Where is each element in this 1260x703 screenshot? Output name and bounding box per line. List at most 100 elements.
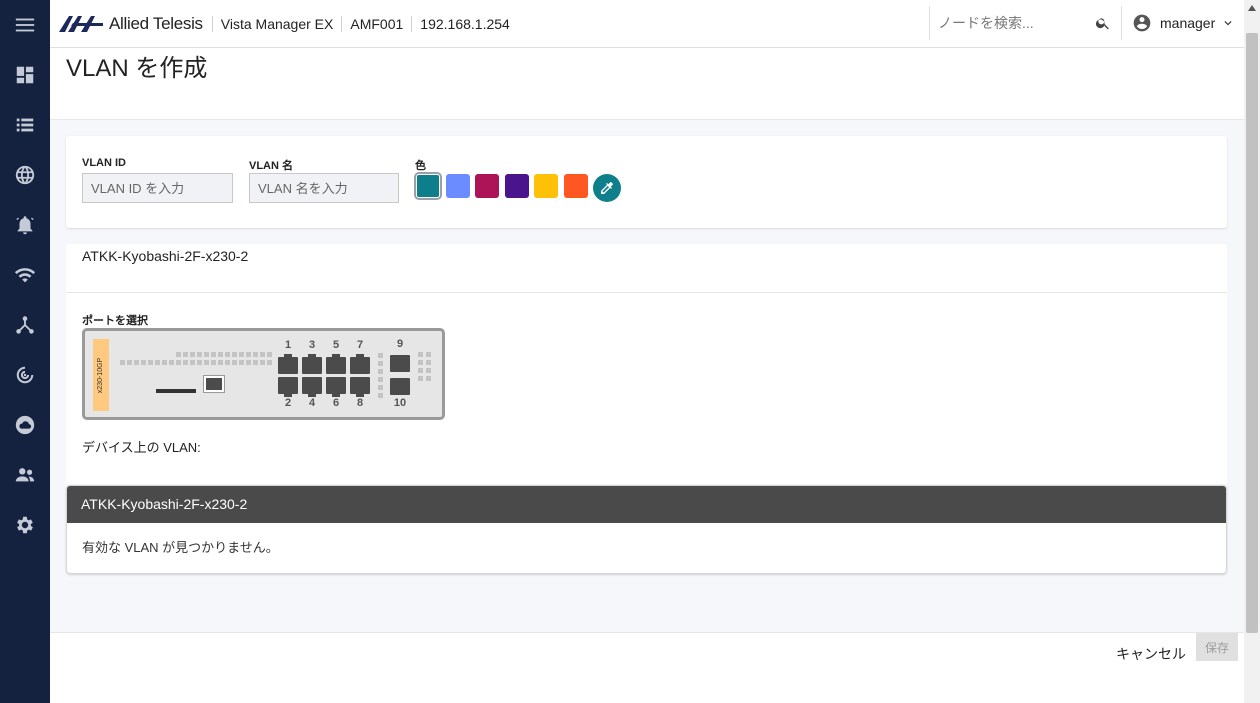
account-circle-icon	[1133, 14, 1151, 32]
users-icon	[15, 468, 35, 482]
alarm-bell-icon	[16, 216, 34, 235]
port-led	[260, 360, 265, 365]
port-number-label: 1	[284, 339, 292, 351]
port-led	[418, 376, 423, 381]
network-name: AMF001	[341, 15, 411, 32]
custom-color-button[interactable]	[593, 174, 621, 202]
color-swatch[interactable]	[534, 174, 559, 198]
scroll-up-button[interactable]	[1244, 0, 1260, 16]
port-number-label: 5	[332, 339, 340, 351]
model-label-strip: x230-10GP	[93, 339, 109, 411]
color-swatch[interactable]	[445, 174, 470, 198]
node-search	[929, 6, 1121, 40]
port-led	[418, 368, 423, 373]
switch-port-5[interactable]	[326, 354, 346, 374]
switch-port-3[interactable]	[302, 354, 322, 374]
select-port-label: ポートを選択	[82, 315, 148, 327]
port-led	[127, 360, 132, 365]
node-search-input[interactable]	[938, 15, 1098, 31]
sidebar-item-radar[interactable]	[0, 350, 50, 400]
scrollbar-thumb[interactable]	[1246, 33, 1258, 633]
port-led	[169, 360, 174, 365]
switch-port-1[interactable]	[278, 354, 298, 374]
port-number-label: 4	[308, 397, 316, 409]
sidebar-item-settings[interactable]	[0, 500, 50, 550]
color-swatch[interactable]	[564, 174, 588, 198]
color-label: 色	[415, 160, 426, 172]
device-vlan-panel: ATKK-Kyobashi-2F-x230-2 有効な VLAN が見つかりませ…	[66, 485, 1227, 574]
sidebar-item-network[interactable]	[0, 150, 50, 200]
color-swatch[interactable]	[475, 174, 500, 198]
chevron-down-icon	[1224, 21, 1232, 26]
cancel-button[interactable]: キャンセル	[1110, 641, 1192, 667]
port-number-label: 3	[308, 339, 316, 351]
page-title: VLAN を作成	[66, 55, 208, 82]
port-led	[426, 376, 431, 381]
sidebar-item-users[interactable]	[0, 450, 50, 500]
switch-port-2[interactable]	[278, 377, 298, 397]
color-swatch[interactable]	[416, 174, 440, 198]
switch-port-9[interactable]	[390, 355, 410, 372]
port-led	[162, 360, 167, 365]
brand-logo[interactable]: Allied Telesis	[59, 0, 203, 48]
port-led	[183, 360, 188, 365]
port-led	[155, 360, 160, 365]
port-led	[190, 352, 195, 357]
sidebar-item-list[interactable]	[0, 100, 50, 150]
port-number-label: 2	[284, 397, 292, 409]
port-led	[418, 360, 423, 365]
vertical-scrollbar[interactable]	[1244, 0, 1260, 703]
vlan-id-input[interactable]	[82, 173, 233, 203]
sidebar-item-alarms[interactable]	[0, 200, 50, 250]
ip-address: 192.168.1.254	[411, 15, 518, 32]
port-led	[204, 360, 209, 365]
port-led	[148, 360, 153, 365]
port-led	[239, 352, 244, 357]
port-led	[378, 393, 383, 398]
port-number-label: 9	[396, 338, 404, 350]
brand-name: Allied Telesis	[109, 13, 203, 33]
allied-telesis-logo-icon	[59, 15, 103, 32]
cloud-icon	[15, 415, 35, 435]
port-led	[426, 360, 431, 365]
switch-port-7[interactable]	[350, 354, 370, 374]
port-led	[232, 352, 237, 357]
main-content: VLAN を作成 VLAN ID VLAN 名 色 ATKK-Kyobashi-…	[50, 48, 1244, 703]
port-led	[197, 360, 202, 365]
search-icon[interactable]	[1095, 15, 1111, 31]
title-bar: VLAN を作成	[50, 48, 1244, 120]
topology-icon	[16, 316, 34, 334]
port-led	[176, 360, 181, 365]
port-number-label: 6	[332, 397, 340, 409]
color-swatch[interactable]	[504, 174, 529, 198]
vlan-form-card: VLAN ID VLAN 名 色	[66, 136, 1227, 228]
switch-port-10[interactable]	[390, 378, 410, 395]
port-number-label: 10	[393, 397, 407, 409]
sidebar-item-topology[interactable]	[0, 300, 50, 350]
switch-port-6[interactable]	[326, 377, 346, 397]
port-led	[141, 360, 146, 365]
port-led	[225, 352, 230, 357]
device-card: ATKK-Kyobashi-2F-x230-2 ポートを選択 x230-10GP…	[66, 244, 1227, 484]
content-area: VLAN ID VLAN 名 色 ATKK-Kyobashi-2F-x230-2…	[50, 120, 1244, 632]
port-led	[190, 360, 195, 365]
port-led	[134, 360, 139, 365]
scroll-up-arrow-icon	[1248, 5, 1256, 11]
port-led	[426, 368, 431, 373]
user-menu[interactable]: manager	[1121, 6, 1244, 40]
port-led	[378, 377, 383, 382]
product-name: Vista Manager EX	[211, 15, 342, 32]
menu-button[interactable]	[0, 0, 50, 50]
gear-icon	[17, 516, 33, 534]
port-led	[246, 352, 251, 357]
port-led	[426, 352, 431, 357]
port-led	[378, 385, 383, 390]
switch-port-8[interactable]	[350, 377, 370, 397]
vlan-name-input[interactable]	[249, 173, 399, 203]
save-button[interactable]: 保存	[1196, 633, 1238, 661]
eyedropper-icon	[601, 182, 613, 194]
sidebar-item-wireless[interactable]	[0, 250, 50, 300]
switch-port-4[interactable]	[302, 377, 322, 397]
sidebar-item-cloud[interactable]	[0, 400, 50, 450]
sidebar-item-dashboard[interactable]	[0, 50, 50, 100]
